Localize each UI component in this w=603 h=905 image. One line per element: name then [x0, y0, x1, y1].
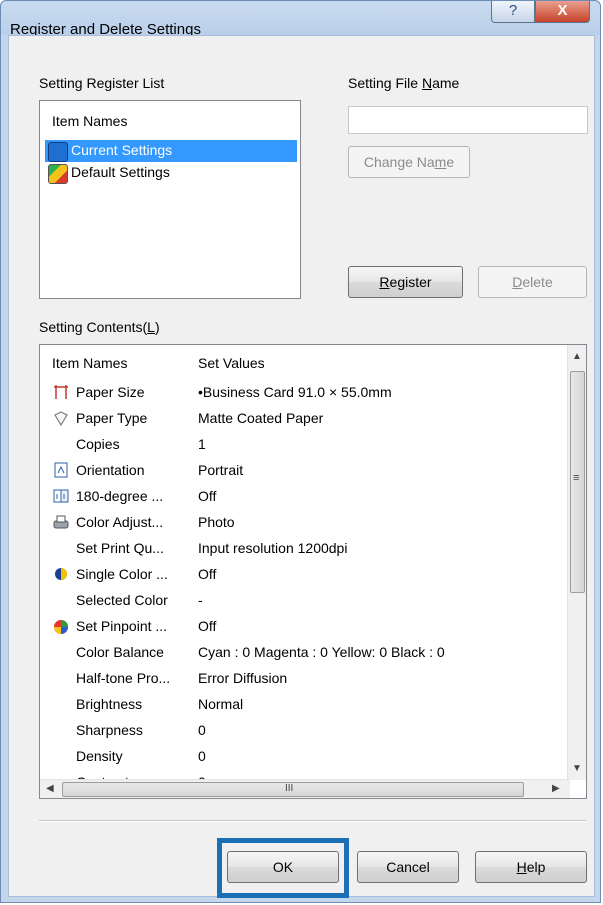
change-name-button[interactable]: Change Name	[348, 146, 470, 178]
row-item-name: Sharpness	[76, 722, 143, 738]
ok-button[interactable]: OK	[227, 851, 339, 883]
register-button[interactable]: Register	[348, 266, 463, 298]
row-set-value: 1	[198, 436, 206, 452]
row-set-value: Input resolution 1200dpi	[198, 540, 348, 556]
register-list-item-default-settings[interactable]: Default Settings	[45, 162, 297, 184]
horizontal-scroll-thumb[interactable]: III	[62, 782, 524, 797]
row-set-value: Off	[198, 566, 217, 582]
horizontal-scrollbar[interactable]: ◀ III ▶	[40, 779, 570, 798]
current-settings-icon	[48, 142, 68, 162]
row-item-name: Density	[76, 748, 123, 764]
grip-icon: ≡	[573, 472, 580, 484]
vertical-scroll-thumb[interactable]: ≡	[570, 371, 585, 593]
row-item-name: Set Print Qu...	[76, 540, 164, 556]
row-item-name: Single Color ...	[76, 566, 168, 582]
contents-column-headers: Item Names Set Values	[40, 345, 568, 375]
color-adjust-icon	[52, 513, 70, 531]
row-set-value: -	[198, 592, 203, 608]
divider	[39, 820, 587, 822]
row-item-name: Color Balance	[76, 644, 164, 660]
title-bar[interactable]: Register and Delete Settings ? X	[1, 1, 600, 38]
list-item[interactable]: Half-tone Pro... Error Diffusion	[40, 666, 568, 692]
paper-size-icon	[52, 383, 70, 401]
grip-icon: III	[285, 783, 294, 794]
list-item[interactable]: Sharpness 0	[40, 718, 568, 744]
row-item-name: Copies	[76, 436, 120, 452]
row-item-name: Paper Type	[76, 410, 148, 426]
rotate-icon	[52, 487, 70, 505]
register-list-item-label: Default Settings	[71, 164, 170, 180]
scroll-right-icon[interactable]: ▶	[552, 783, 560, 794]
delete-button[interactable]: Delete	[478, 266, 587, 298]
question-mark-icon: ?	[508, 2, 518, 19]
help-title-button[interactable]: ?	[491, 1, 535, 23]
row-item-name: Brightness	[76, 696, 143, 712]
scroll-left-icon[interactable]: ◀	[46, 783, 54, 794]
setting-file-name-label: Setting File Name	[348, 75, 460, 91]
setting-contents-list[interactable]: Item Names Set Values Paper Size •Busine…	[39, 344, 587, 799]
dialog-client-area: Setting Register List Item Names Current…	[8, 35, 595, 898]
row-set-value: Normal	[198, 696, 244, 712]
scroll-up-icon[interactable]: ▲	[572, 351, 582, 362]
register-list-header: Item Names	[52, 113, 128, 129]
pinpoint-icon	[52, 617, 70, 635]
paper-type-icon	[52, 409, 70, 427]
row-item-name: 180-degree ...	[76, 488, 164, 504]
cancel-button[interactable]: Cancel	[357, 851, 459, 883]
row-set-value: Photo	[198, 514, 235, 530]
list-item[interactable]: Density 0	[40, 744, 568, 770]
register-list-item-current-settings[interactable]: Current Settings	[45, 140, 297, 162]
list-item[interactable]: Paper Type Matte Coated Paper	[40, 406, 568, 432]
row-item-name: Paper Size	[76, 384, 145, 400]
list-item[interactable]: Copies 1	[40, 432, 568, 458]
row-set-value: Cyan : 0 Magenta : 0 Yellow: 0 Black : 0	[198, 644, 445, 660]
list-item[interactable]: Color Adjust... Photo	[40, 510, 568, 536]
close-button[interactable]: X	[535, 1, 590, 23]
row-set-value: Portrait	[198, 462, 244, 478]
list-item[interactable]: Set Print Qu... Input resolution 1200dpi	[40, 536, 568, 562]
vertical-scrollbar[interactable]: ▲ ≡ ▼	[567, 345, 586, 780]
setting-register-list[interactable]: Item Names Current Settings Default Sett…	[39, 100, 301, 299]
row-set-value: Off	[198, 488, 217, 504]
register-list-item-label: Current Settings	[71, 142, 173, 158]
list-item[interactable]: 180-degree ... Off	[40, 484, 568, 510]
scroll-down-icon[interactable]: ▼	[572, 763, 582, 774]
help-button[interactable]: Help	[475, 851, 587, 883]
row-set-value: 0	[198, 722, 206, 738]
register-delete-settings-dialog: Register and Delete Settings ? X Setting…	[0, 0, 601, 903]
list-item[interactable]: Color Balance Cyan : 0 Magenta : 0 Yello…	[40, 640, 568, 666]
row-set-value: •Business Card 91.0 × 55.0mm	[198, 384, 392, 400]
setting-file-name-input[interactable]	[348, 106, 588, 134]
row-set-value: Matte Coated Paper	[198, 410, 324, 426]
row-set-value: Off	[198, 618, 217, 634]
close-icon: X	[557, 2, 568, 19]
row-item-name: Set Pinpoint ...	[76, 618, 168, 634]
row-set-value: Error Diffusion	[198, 670, 288, 686]
list-item[interactable]: Paper Size •Business Card 91.0 × 55.0mm	[40, 380, 568, 406]
row-item-name: Selected Color	[76, 592, 168, 608]
list-item[interactable]: Single Color ... Off	[40, 562, 568, 588]
list-item[interactable]: Orientation Portrait	[40, 458, 568, 484]
list-item[interactable]: Selected Color -	[40, 588, 568, 614]
setting-register-list-label: Setting Register List	[39, 75, 165, 91]
row-set-value: 0	[198, 748, 206, 764]
row-item-name: Color Adjust...	[76, 514, 164, 530]
column-header-set-values[interactable]: Set Values	[198, 355, 265, 371]
row-item-name: Half-tone Pro...	[76, 670, 171, 686]
setting-contents-label: Setting Contents(L)	[39, 319, 160, 335]
default-settings-icon	[48, 164, 68, 184]
column-header-item-names[interactable]: Item Names	[52, 355, 127, 371]
row-item-name: Orientation	[76, 462, 145, 478]
orientation-icon	[52, 461, 70, 479]
list-item[interactable]: Brightness Normal	[40, 692, 568, 718]
single-color-icon	[52, 565, 70, 583]
list-item[interactable]: Set Pinpoint ... Off	[40, 614, 568, 640]
